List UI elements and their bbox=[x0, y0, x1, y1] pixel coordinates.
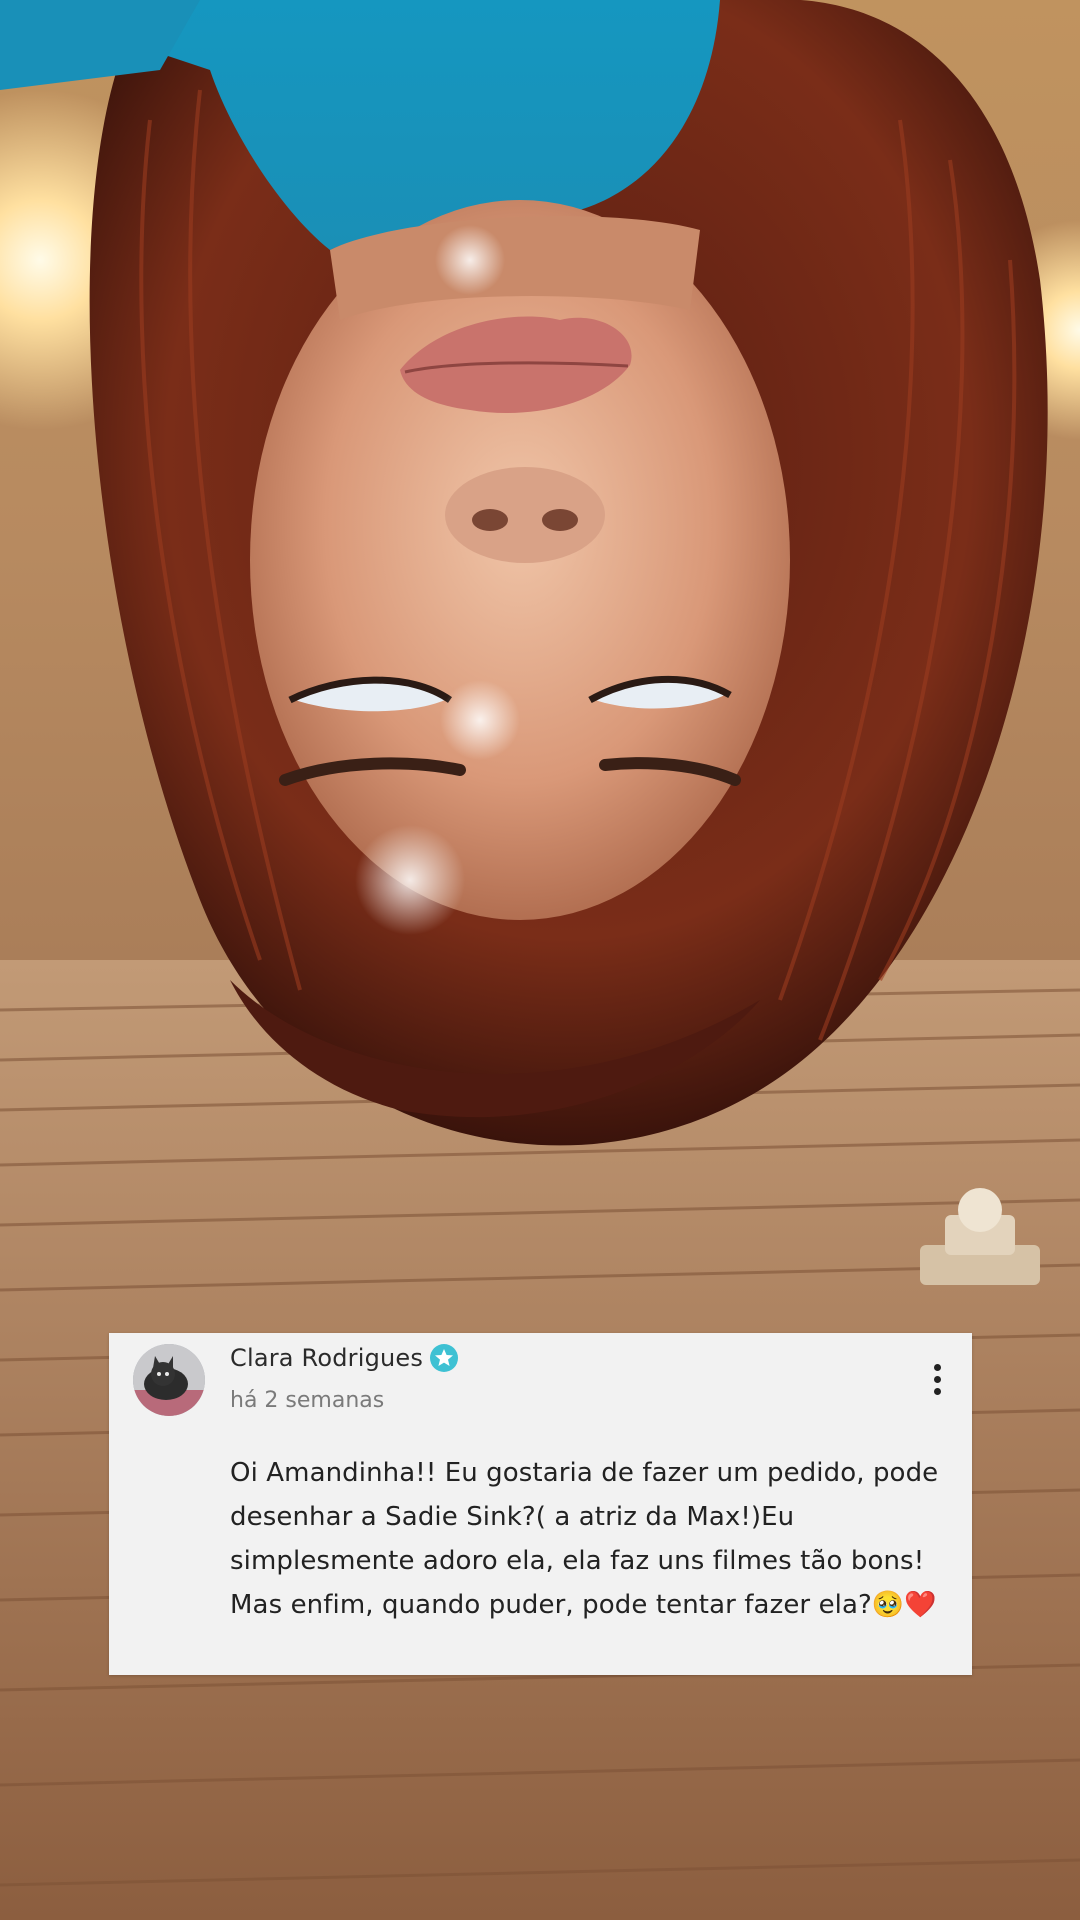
comment-text: Oi Amandinha!! Eu gostaria de fazer um p… bbox=[230, 1458, 939, 1620]
verified-badge-icon bbox=[429, 1343, 459, 1373]
more-dot bbox=[933, 1387, 941, 1395]
more-dot bbox=[933, 1375, 941, 1383]
more-vertical-icon[interactable] bbox=[925, 1355, 949, 1403]
avatar[interactable] bbox=[133, 1344, 205, 1416]
author-row: Clara Rodrigues bbox=[230, 1341, 459, 1375]
more-dot bbox=[933, 1363, 941, 1371]
comment-timestamp: há 2 semanas bbox=[230, 1388, 385, 1413]
author-name[interactable]: Clara Rodrigues bbox=[230, 1344, 423, 1372]
comment-card: Clara Rodrigues há 2 semanas Oi Amandinh… bbox=[109, 1333, 972, 1675]
